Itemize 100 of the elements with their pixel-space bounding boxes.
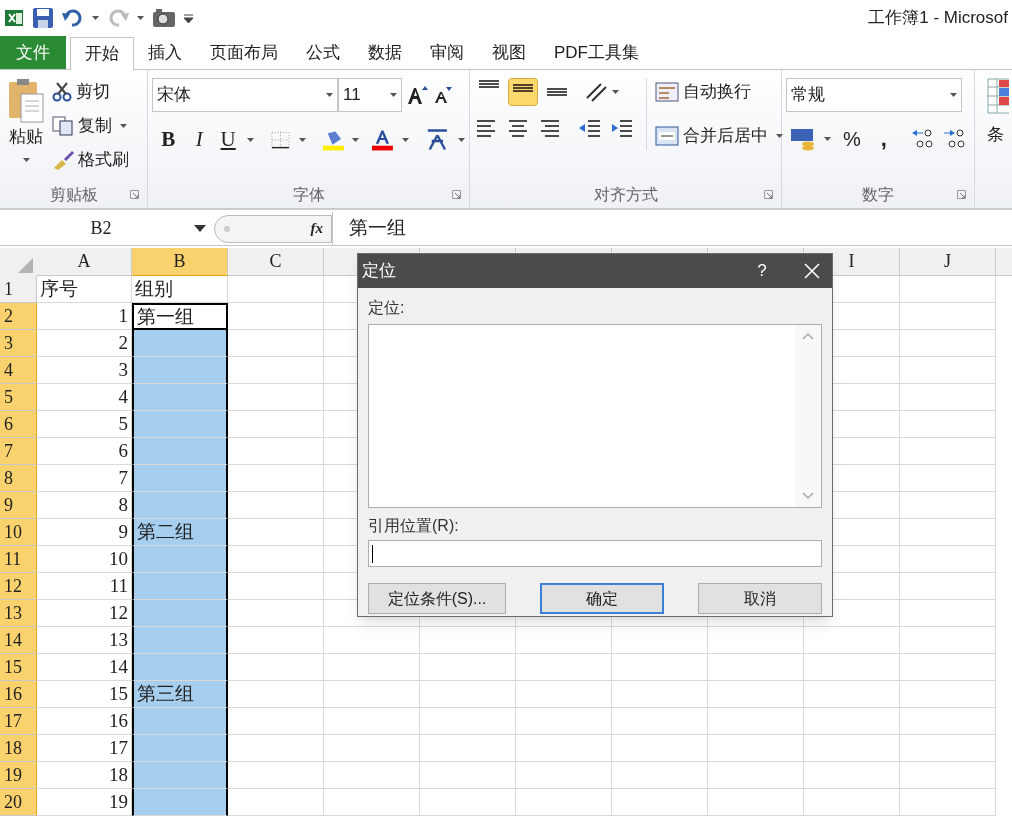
ribbon-tab[interactable]: 审阅 [416,36,478,69]
dialog-launcher-icon[interactable] [130,190,139,199]
row-header[interactable]: 18 [0,735,37,762]
row-header[interactable]: 3 [0,330,37,357]
column-header[interactable]: A [37,248,132,276]
font-size-dropdown[interactable]: 11 [338,78,402,112]
dialog-launcher-icon[interactable] [764,190,773,199]
ribbon-tab[interactable]: 插入 [134,36,196,69]
wrap-text-button[interactable]: 自动换行 [655,78,783,106]
dialog-launcher-icon[interactable] [957,190,966,199]
cut-button[interactable]: 剪切 [52,78,129,106]
row-header[interactable]: 13 [0,600,37,627]
comma-button[interactable]: , [872,128,895,150]
align-left-icon[interactable] [474,118,498,138]
row-header[interactable]: 5 [0,384,37,411]
column-header[interactable]: C [228,248,324,276]
row-header[interactable]: 4 [0,357,37,384]
font-color-icon[interactable] [371,128,395,151]
row-header[interactable]: 14 [0,627,37,654]
number-format-dropdown[interactable]: 常规 [786,78,962,112]
ribbon-tab[interactable]: 数据 [354,36,416,69]
bold-button[interactable]: B [156,124,181,156]
column-header[interactable]: J [900,248,996,276]
align-center-icon[interactable] [506,118,530,138]
font-name-dropdown[interactable]: 宋体 [152,78,338,112]
row-header[interactable]: 7 [0,438,37,465]
save-icon[interactable] [32,7,54,29]
caret-icon[interactable] [326,93,333,97]
group-label: 数字 [862,185,894,205]
ribbon-tab[interactable]: 页面布局 [196,36,292,69]
row-header[interactable]: 20 [0,789,37,816]
row-header[interactable]: 11 [0,546,37,573]
undo-icon[interactable] [62,9,84,27]
conditional-formatting-button[interactable]: 条 [987,78,1009,148]
close-icon[interactable] [804,263,820,279]
caret-icon[interactable] [824,137,831,141]
help-button[interactable]: ? [752,258,772,284]
phonetic-guide-icon[interactable] [425,126,450,153]
text-orientation-icon[interactable] [584,82,608,102]
row-header[interactable]: 2 [0,303,37,330]
vertical-align-button[interactable] [508,78,538,106]
scissors-icon [52,82,72,102]
caret-icon[interactable] [776,134,783,138]
customize-menu-icon[interactable] [184,13,193,23]
handle-icon[interactable] [223,224,231,233]
formula-input[interactable]: 第一组 [332,212,1012,245]
row-header[interactable]: 16 [0,681,37,708]
underline-button[interactable]: U [217,124,239,156]
caret-icon[interactable] [352,137,360,142]
row-header[interactable]: 6 [0,411,37,438]
ribbon-tab[interactable]: 公式 [292,36,354,69]
row-header[interactable]: 15 [0,654,37,681]
currency-icon[interactable] [790,127,816,151]
caret-icon[interactable] [120,124,127,128]
borders-icon[interactable] [269,129,291,150]
caret-icon[interactable] [390,93,397,97]
caret-icon[interactable] [298,137,306,142]
dialog-button[interactable]: 取消 [698,583,822,614]
decrease-decimal-icon[interactable] [942,128,967,150]
reference-input[interactable] [368,540,822,567]
copy-button[interactable]: 复制 [52,112,129,140]
row-header[interactable]: 10 [0,519,37,546]
dialog-launcher-icon[interactable] [452,190,461,199]
row-header[interactable]: 8 [0,465,37,492]
caret-icon[interactable] [402,137,410,142]
increase-indent-icon[interactable] [610,118,634,138]
ribbon-tab[interactable]: 视图 [478,36,540,69]
row-header[interactable]: 12 [0,573,37,600]
camera-icon[interactable] [152,8,176,28]
caret-icon[interactable] [612,90,619,94]
caret-icon[interactable] [458,137,465,142]
column-header[interactable]: B [132,248,228,276]
insert-function-button[interactable]: fx [310,217,323,240]
caret-icon[interactable] [22,157,30,162]
shrink-font-icon[interactable] [432,86,452,104]
dialog-button[interactable]: 确定 [540,583,664,614]
copy-icon [52,116,74,136]
group-label: 剪贴板 [49,185,98,205]
row-header[interactable]: 1 [0,276,37,303]
caret-icon[interactable] [92,16,99,20]
italic-button[interactable]: I [188,124,210,156]
decrease-indent-icon[interactable] [578,118,602,138]
format-painter-button[interactable]: 格式刷 [52,146,129,174]
row-header[interactable]: 19 [0,762,37,789]
table-cell: 第一组 [132,303,228,330]
caret-icon[interactable] [137,16,144,20]
grow-font-icon[interactable] [406,85,428,105]
merge-center-button[interactable]: 合并后居中 [655,122,783,150]
percent-button[interactable]: % [839,124,865,154]
row-header[interactable]: 17 [0,708,37,735]
row-header[interactable]: 9 [0,492,37,519]
caret-icon[interactable] [950,93,957,97]
ribbon-tab[interactable]: 开始 [70,37,134,70]
dialog-button[interactable]: 定位条件(S)... [368,583,506,614]
align-right-icon[interactable] [538,118,562,138]
ribbon-tab[interactable]: PDF工具集 [540,36,653,69]
paste-button[interactable]: 粘贴 [4,78,48,174]
caret-icon[interactable] [246,137,254,142]
ribbon-tab[interactable]: 文件 [0,36,66,69]
increase-decimal-icon[interactable] [910,128,935,150]
